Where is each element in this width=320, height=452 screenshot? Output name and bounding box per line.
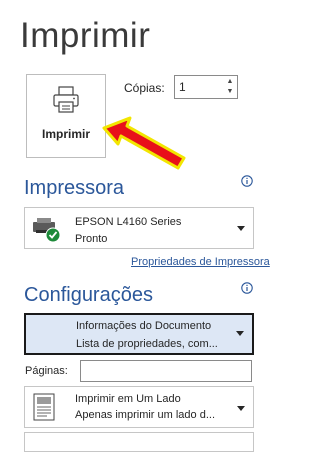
print-button[interactable]: Imprimir: [26, 74, 106, 158]
print-what-description: Lista de propriedades, com...: [76, 338, 218, 350]
chevron-down-icon: [236, 331, 244, 336]
printer-icon: [53, 86, 79, 113]
copies-input[interactable]: [179, 78, 219, 96]
copies-increment-button[interactable]: ▲: [225, 77, 235, 87]
printer-dropdown[interactable]: EPSON L4160 Series Pronto: [24, 207, 254, 249]
printer-section-title: Impressora: [24, 177, 125, 199]
print-sides-dropdown[interactable]: Imprimir em Um Lado Apenas imprimir um l…: [24, 386, 254, 428]
printer-ready-icon: [33, 218, 61, 243]
chevron-down-icon: [237, 406, 245, 411]
page-title: Imprimir: [20, 16, 151, 55]
print-sides-title: Imprimir em Um Lado: [75, 393, 181, 405]
printer-status: Pronto: [75, 233, 108, 245]
copies-label: Cópias:: [124, 81, 165, 95]
printer-properties-link[interactable]: Propriedades de Impressora: [131, 256, 270, 268]
pages-field: [80, 360, 252, 382]
copies-stepper: ▲ ▼: [174, 75, 238, 99]
copies-decrement-button[interactable]: ▼: [225, 87, 235, 97]
print-sides-description: Apenas imprimir um lado d...: [75, 409, 215, 421]
print-what-dropdown[interactable]: Informações do Documento Lista de propri…: [24, 313, 254, 355]
red-arrow-annotation: [102, 116, 186, 170]
info-icon[interactable]: [241, 282, 253, 294]
document-icon: [33, 393, 55, 421]
print-what-title: Informações do Documento: [76, 320, 212, 332]
printer-name: EPSON L4160 Series: [75, 216, 182, 228]
info-icon[interactable]: [241, 175, 253, 187]
next-setting-dropdown[interactable]: [24, 432, 254, 452]
print-button-label: Imprimir: [41, 127, 90, 141]
pages-input[interactable]: [85, 363, 245, 379]
pages-label: Páginas:: [25, 365, 68, 377]
settings-section-title: Configurações: [24, 284, 153, 306]
chevron-down-icon: [237, 226, 245, 231]
